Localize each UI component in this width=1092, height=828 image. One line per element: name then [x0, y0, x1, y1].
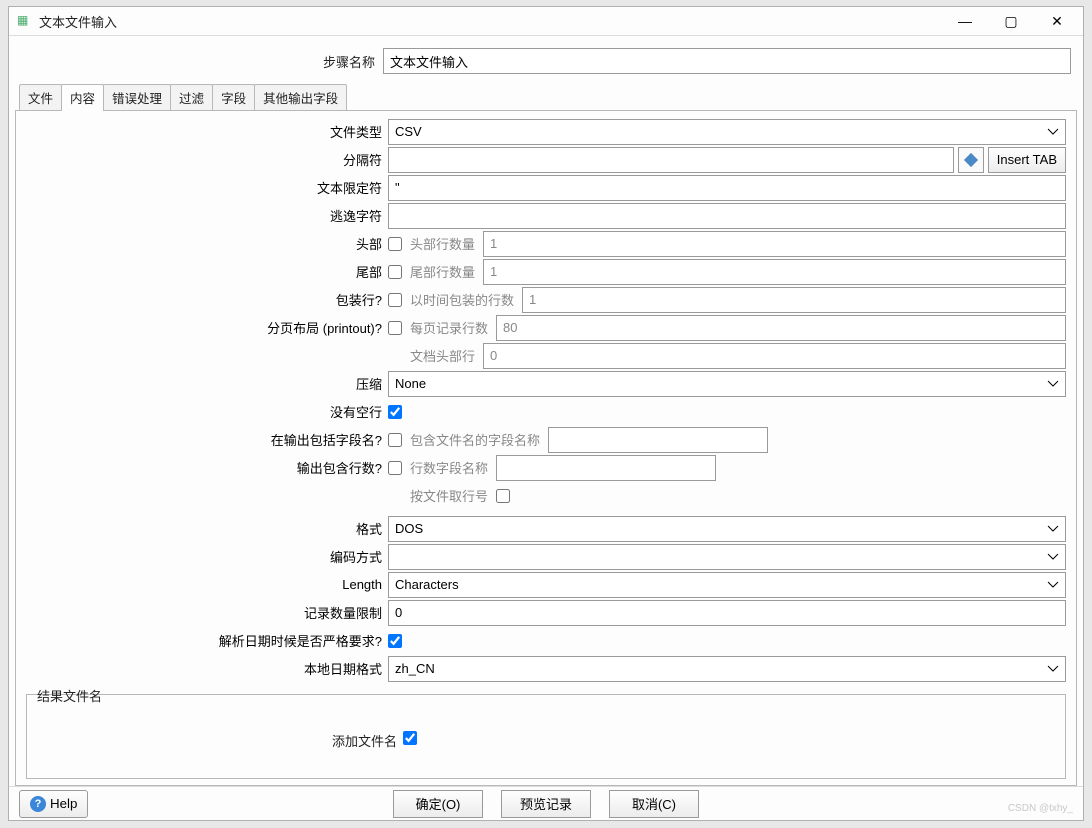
dialog-footer: ? Help 确定(O) 预览记录 取消(C) CSDN @txhy_ — [9, 786, 1083, 820]
header-label: 头部 — [26, 234, 388, 253]
stepname-label: 步骤名称 — [21, 52, 383, 71]
locale-label: 本地日期格式 — [26, 659, 388, 678]
tab-filter[interactable]: 过滤 — [170, 84, 213, 110]
rownum-by-file-checkbox[interactable] — [496, 489, 510, 503]
paged-label: 分页布局 (printout)? — [26, 318, 388, 337]
footer-sublabel: 尾部行数量 — [410, 262, 479, 281]
result-filenames-fieldset: 结果文件名 添加文件名 — [26, 694, 1066, 779]
wrapped-count-input[interactable] — [522, 287, 1066, 313]
file-type-label: 文件类型 — [26, 122, 388, 141]
strict-date-checkbox[interactable] — [388, 634, 402, 648]
separator-var-icon[interactable] — [958, 147, 984, 173]
ok-button[interactable]: 确定(O) — [393, 790, 483, 818]
header-count-input[interactable] — [483, 231, 1066, 257]
enclosure-input[interactable] — [388, 175, 1066, 201]
enclosure-label: 文本限定符 — [26, 178, 388, 197]
format-select[interactable]: DOS — [388, 516, 1066, 542]
tab-other-output[interactable]: 其他输出字段 — [254, 84, 347, 110]
encoding-label: 编码方式 — [26, 547, 388, 566]
include-rownum-label: 输出包含行数? — [26, 458, 388, 477]
include-rownum-checkbox[interactable] — [388, 461, 402, 475]
doc-header-sublabel: 文档头部行 — [410, 346, 479, 365]
close-button[interactable]: ✕ — [1035, 7, 1079, 35]
header-sublabel: 头部行数量 — [410, 234, 479, 253]
footer-count-input[interactable] — [483, 259, 1066, 285]
encoding-select[interactable] — [388, 544, 1066, 570]
paged-count-input[interactable] — [496, 315, 1066, 341]
file-type-select[interactable]: CSV — [388, 119, 1066, 145]
doc-header-input[interactable] — [483, 343, 1066, 369]
minimize-button[interactable]: — — [943, 7, 987, 35]
include-filename-sublabel: 包含文件名的字段名称 — [410, 430, 544, 449]
add-filenames-label: 添加文件名 — [35, 731, 403, 750]
maximize-button[interactable]: ▢ — [989, 7, 1033, 35]
titlebar: ▦ 文本文件输入 — ▢ ✕ — [9, 7, 1083, 36]
paged-checkbox[interactable] — [388, 321, 402, 335]
add-filenames-checkbox[interactable] — [403, 731, 417, 745]
wrapped-label: 包装行? — [26, 290, 388, 309]
wrapped-checkbox[interactable] — [388, 293, 402, 307]
strict-date-label: 解析日期时候是否严格要求? — [26, 631, 388, 650]
include-filename-checkbox[interactable] — [388, 433, 402, 447]
stepname-input[interactable] — [383, 48, 1071, 74]
tab-content[interactable]: 内容 — [61, 84, 104, 110]
paged-sublabel: 每页记录行数 — [410, 318, 492, 337]
rownum-by-file-label: 按文件取行号 — [410, 486, 492, 505]
format-label: 格式 — [26, 519, 388, 538]
include-rownum-sublabel: 行数字段名称 — [410, 458, 492, 477]
header-checkbox[interactable] — [388, 237, 402, 251]
footer-checkbox[interactable] — [388, 265, 402, 279]
preview-button[interactable]: 预览记录 — [501, 790, 591, 818]
no-empty-checkbox[interactable] — [388, 405, 402, 419]
tab-error[interactable]: 错误处理 — [103, 84, 171, 110]
dialog-window: ▦ 文本文件输入 — ▢ ✕ 步骤名称 文件 内容 错误处理 过滤 字段 其他输… — [8, 6, 1084, 821]
insert-tab-button[interactable]: Insert TAB — [988, 147, 1066, 173]
watermark: CSDN @txhy_ — [1008, 803, 1073, 814]
escape-label: 逃逸字符 — [26, 206, 388, 225]
footer-label: 尾部 — [26, 262, 388, 281]
no-empty-label: 没有空行 — [26, 402, 388, 421]
limit-label: 记录数量限制 — [26, 603, 388, 622]
tab-fields[interactable]: 字段 — [212, 84, 255, 110]
length-label: Length — [26, 577, 388, 592]
locale-select[interactable]: zh_CN — [388, 656, 1066, 682]
cancel-button[interactable]: 取消(C) — [609, 790, 699, 818]
compression-label: 压缩 — [26, 374, 388, 393]
separator-label: 分隔符 — [26, 150, 388, 169]
escape-input[interactable] — [388, 203, 1066, 229]
include-filename-field-input[interactable] — [548, 427, 768, 453]
separator-input[interactable] — [388, 147, 954, 173]
tab-file[interactable]: 文件 — [19, 84, 62, 110]
tab-bar: 文件 内容 错误处理 过滤 字段 其他输出字段 — [15, 84, 1077, 111]
include-filename-label: 在输出包括字段名? — [26, 430, 388, 449]
app-icon: ▦ — [17, 13, 33, 29]
include-rownum-field-input[interactable] — [496, 455, 716, 481]
limit-input[interactable] — [388, 600, 1066, 626]
length-select[interactable]: Characters — [388, 572, 1066, 598]
window-title: 文本文件输入 — [39, 12, 943, 31]
wrapped-sublabel: 以时间包装的行数 — [410, 290, 518, 309]
compression-select[interactable]: None — [388, 371, 1066, 397]
content-panel: 文件类型 CSV 分隔符 Insert TAB 文本限定符 — [15, 111, 1077, 786]
